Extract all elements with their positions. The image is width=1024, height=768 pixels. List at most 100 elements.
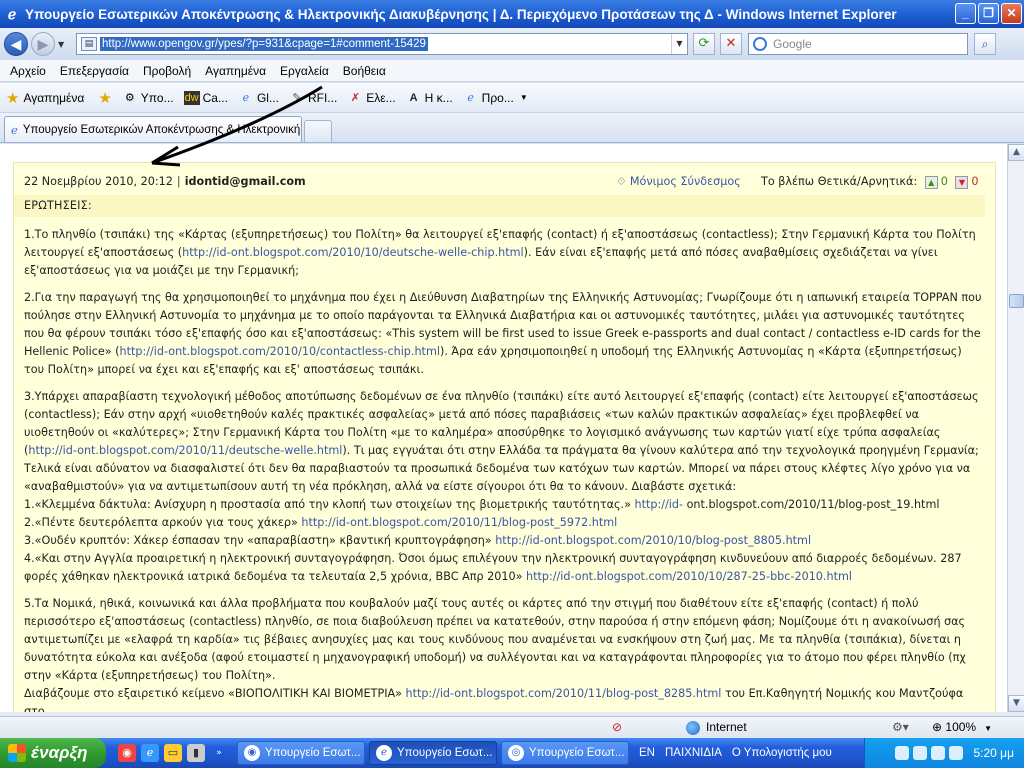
comment-body: 1.Το πληνθίο (τσιπάκι) της «Κάρτας (εξυπ… [14,226,995,712]
vote-down-count: 0 [971,175,979,188]
blog-link[interactable]: http://id-ont.blogspot.com/2010/10/287-2… [526,570,852,583]
start-button[interactable]: έναρξη [0,738,106,768]
minimize-button[interactable]: _ [955,3,976,24]
comment-header: 22 Νοεμβρίου 2010, 20:12 | idontid@gmail.c… [14,163,995,191]
page-viewport[interactable]: 22 Νοεμβρίου 2010, 20:12 | idontid@gmail.c… [0,144,1007,712]
system-tray: 5:20 μμ [864,738,1024,768]
site-icon: ⚙ [124,91,135,104]
favorite-link[interactable]: ℯ Gl... [238,91,279,105]
chevron-down-icon[interactable]: ▼ [520,93,528,102]
chevron-right-icon[interactable]: » [210,744,228,762]
vertical-scrollbar[interactable]: ▲ ▼ [1007,144,1024,712]
url-text[interactable]: http://www.opengov.gr/ypes/?p=931&cpage=… [100,37,428,51]
windows-logo-icon [8,744,26,762]
zoom-icon: ⊕ [932,720,946,734]
favorite-link[interactable]: ✎ RFI... [289,91,337,105]
history-dropdown-icon[interactable]: ▼ [58,40,70,49]
tray-icon[interactable] [931,746,946,760]
browser-tab-active[interactable]: ℯ Υπουργείο Εσωτερικών Αποκέντρωσης & Ηλ… [4,116,302,142]
search-button[interactable]: ⌕ [974,33,996,55]
favorites-label: Αγαπημένα [23,90,85,105]
search-placeholder: Google [773,37,812,51]
site-icon: dw [183,90,200,105]
favorite-link[interactable]: ℯ Προ... ▼ [463,91,528,105]
paragraph: 3.Υπάρχει απαραβίαστη τεχνολογική μέθοδο… [24,390,979,493]
device-icon[interactable]: ▮ [187,744,205,762]
list-item: 1.«Κλεμμένα δάκτυλα: Ανίσχυρη η προστασί… [24,498,940,511]
status-bar: ⊘ Internet ⚙▾ ⊕ 100% ▼ [0,716,1024,738]
blog-link[interactable]: http://id-ont.blogspot.com/2010/11/blog-… [406,687,722,700]
folder-icon[interactable]: ▭ [164,744,182,762]
star-icon: ★ [6,89,20,107]
tray-icon[interactable] [949,746,964,760]
maximize-button[interactable]: ❐ [978,3,999,24]
scroll-down-icon[interactable]: ▼ [1008,695,1024,712]
new-tab-button[interactable] [304,120,332,142]
taskbar-window-button[interactable]: ◎ Υπουργείο Εσωτ... [501,741,629,765]
app-icon: ◎ [508,745,524,761]
blog-link[interactable]: http://id- [634,498,683,511]
paragraph: 1.Το πληνθίο (τσιπάκι) της «Κάρτας (εξυπ… [24,228,976,277]
security-zone[interactable]: Internet [686,720,747,735]
scroll-up-icon[interactable]: ▲ [1008,144,1024,161]
menu-tools[interactable]: Εργαλεία [280,64,329,78]
favorite-link[interactable]: AΗ κ... [406,91,453,105]
search-field[interactable]: Google [748,33,968,55]
comment-author: idontid@gmail.com [184,175,306,188]
menu-edit[interactable]: Επεξεργασία [60,64,129,78]
toolbar-games[interactable]: ΠΑΙΧΝΙΔΙΑ [665,747,722,759]
favorites-bar: ★ Αγαπημένα ★ ⚙ Υπο... dw Ca... ℯ Gl... ✎ RF… [0,83,1024,113]
menu-favorites[interactable]: Αγαπημένα [205,64,266,78]
favorite-link[interactable]: ⚙ Υπο... [122,91,174,105]
blog-link[interactable]: http://id-ont.blogspot.com/2010/10/conta… [120,345,440,358]
blog-link[interactable]: http://id-ont.blogspot.com/2010/11/blog-… [301,516,617,529]
paragraph: 2.Για την παραγωγή της θα χρησιμοποιηθεί… [24,291,982,376]
protected-mode-icon[interactable]: ⚙▾ [892,720,909,734]
quick-launch: ◉ ℯ ▭ ▮ » [118,744,233,762]
window-title-bar[interactable]: ℯ Υπουργείο Εσωτερικών Αποκέντρωσης & Ηλ… [0,0,1024,28]
paragraph: 5.Τα Νομικά, ηθικά, κοινωνικά και άλλα π… [24,597,966,682]
back-button[interactable]: ◀ [4,32,28,56]
address-field[interactable]: ▤ http://www.opengov.gr/ypes/?p=931&cpag… [76,33,688,55]
tray-icon[interactable] [895,746,910,760]
tab-bar: ℯ Υπουργείο Εσωτερικών Αποκέντρωσης & Ηλ… [0,113,1024,143]
globe-icon [686,720,700,735]
stop-button[interactable]: ✕ [720,33,742,55]
thumbs-down-icon[interactable]: ▼ [955,175,969,189]
chevron-down-icon: ▼ [984,724,993,733]
menu-help[interactable]: Βοήθεια [343,64,386,78]
chrome-icon[interactable]: ◉ [118,744,136,762]
forward-button[interactable]: ▶ [31,32,55,56]
language-indicator[interactable]: EN [639,747,655,759]
list-item: 3.«Ουδέν κρυπτόν: Χάκερ έσπασαν την «απα… [24,534,812,547]
blog-link[interactable]: http://id-ont.blogspot.com/2010/11/deuts… [28,444,342,457]
favorite-link[interactable]: ✗ Ελε... [347,91,396,105]
taskbar-window-button[interactable]: ◉ Υπουργείο Εσωτ... [237,741,365,765]
blog-link[interactable]: http://id-ont.blogspot.com/2010/10/deuts… [182,246,524,259]
favorites-button[interactable]: ★ Αγαπημένα [6,89,84,107]
add-favorite-icon[interactable]: ★ [98,89,115,107]
menu-file[interactable]: Αρχείο [10,64,46,78]
vote-area: Το βλέπω Θετικά/Αρνητικά: ▲ 0 ▼ 0 [761,173,979,191]
zoom-control[interactable]: ⊕ 100% ▼ [932,720,992,734]
site-icon: A [409,91,418,104]
popup-blocker-icon[interactable]: ⊘ [612,720,622,734]
refresh-button[interactable]: ⟳ [693,33,715,55]
favorite-link[interactable]: dw Ca... [183,90,228,105]
clock[interactable]: 5:20 μμ [973,746,1014,760]
tray-icon[interactable] [913,746,928,760]
blog-link[interactable]: http://id-ont.blogspot.com/2010/10/blog-… [495,534,811,547]
toolbar-my-computer[interactable]: Ο Υπολογιστής μου [732,747,832,759]
google-icon [753,37,767,51]
address-dropdown-icon[interactable]: ▼ [671,34,687,54]
page-icon: ▤ [81,37,97,51]
permalink-link[interactable]: ⟐ Μόνιμος Σύνδεσμος [617,173,741,191]
thumbs-up-icon[interactable]: ▲ [924,175,938,189]
menu-view[interactable]: Προβολή [143,64,191,78]
close-button[interactable]: ✕ [1001,3,1022,24]
taskbar-window-button-active[interactable]: ℯ Υπουργείο Εσωτ... [369,741,497,765]
ie-page-icon: ℯ [467,91,474,104]
scroll-thumb[interactable] [1009,294,1024,308]
ie-icon[interactable]: ℯ [141,744,159,762]
link-icon: ⟐ [617,175,626,188]
